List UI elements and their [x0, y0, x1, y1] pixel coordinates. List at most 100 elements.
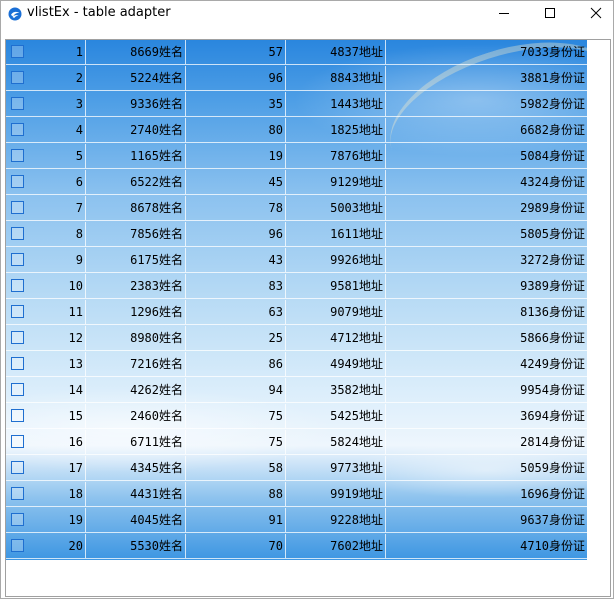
cell-name: 8980姓名 — [86, 326, 186, 351]
title-bar[interactable]: vlistEx - table adapter — [1, 1, 613, 25]
cell-name: 5530姓名 — [86, 534, 186, 559]
cell-age: 70 — [186, 534, 286, 559]
cell-name: 4262姓名 — [86, 378, 186, 403]
row-checkbox[interactable] — [11, 383, 24, 396]
cell-age: 58 — [186, 456, 286, 481]
table-row[interactable]: 18 4431姓名 88 9919地址 1696身份证 — [6, 482, 587, 508]
window-title: vlistEx - table adapter — [27, 5, 171, 20]
row-checkbox[interactable] — [11, 45, 24, 58]
cell-id-number: 5084身份证 — [386, 144, 587, 169]
minimize-button[interactable] — [481, 1, 527, 25]
cell-name: 2740姓名 — [86, 118, 186, 143]
cell-select: 19 — [6, 508, 86, 533]
cell-id-number: 3881身份证 — [386, 66, 587, 91]
cell-select: 9 — [6, 248, 86, 273]
table-row[interactable]: 17 4345姓名 58 9773地址 5059身份证 — [6, 456, 587, 482]
cell-select: 2 — [6, 66, 86, 91]
cell-address: 5003地址 — [286, 196, 386, 221]
cell-select: 7 — [6, 196, 86, 221]
table-row[interactable]: 9 6175姓名 43 9926地址 3272身份证 — [6, 248, 587, 274]
table-row[interactable]: 16 6711姓名 75 5824地址 2814身份证 — [6, 430, 587, 456]
table-row[interactable]: 4 2740姓名 80 1825地址 6682身份证 — [6, 118, 587, 144]
maximize-button[interactable] — [527, 1, 573, 25]
cell-age: 96 — [186, 66, 286, 91]
cell-id-number: 2989身份证 — [386, 196, 587, 221]
close-icon — [590, 7, 602, 19]
row-checkbox[interactable] — [11, 175, 24, 188]
cell-address: 9926地址 — [286, 248, 386, 273]
cell-address: 4837地址 — [286, 40, 386, 65]
table-row[interactable]: 13 7216姓名 86 4949地址 4249身份证 — [6, 352, 587, 378]
close-button[interactable] — [573, 1, 613, 25]
row-checkbox[interactable] — [11, 71, 24, 84]
cell-name: 8678姓名 — [86, 196, 186, 221]
table-row[interactable]: 14 4262姓名 94 3582地址 9954身份证 — [6, 378, 587, 404]
row-checkbox[interactable] — [11, 227, 24, 240]
table-row[interactable]: 2 5224姓名 96 8843地址 3881身份证 — [6, 66, 587, 92]
cell-select: 13 — [6, 352, 86, 377]
table-row[interactable]: 12 8980姓名 25 4712地址 5866身份证 — [6, 326, 587, 352]
cell-address: 1443地址 — [286, 92, 386, 117]
cell-id-number: 4249身份证 — [386, 352, 587, 377]
table-row[interactable]: 1 8669姓名 57 4837地址 7033身份证 — [6, 40, 587, 66]
table-row[interactable]: 11 1296姓名 63 9079地址 8136身份证 — [6, 300, 587, 326]
cell-select: 16 — [6, 430, 86, 455]
row-checkbox[interactable] — [11, 357, 24, 370]
row-checkbox[interactable] — [11, 487, 24, 500]
row-number: 17 — [68, 461, 83, 475]
maximize-icon — [545, 8, 555, 18]
cell-age: 43 — [186, 248, 286, 273]
cell-address: 1611地址 — [286, 222, 386, 247]
row-number: 12 — [68, 331, 83, 345]
row-checkbox[interactable] — [11, 97, 24, 110]
empty-list-area — [6, 560, 610, 596]
row-number: 9 — [75, 253, 83, 267]
cell-name: 2383姓名 — [86, 274, 186, 299]
cell-address: 9079地址 — [286, 300, 386, 325]
cell-id-number: 9637身份证 — [386, 508, 587, 533]
cell-select: 8 — [6, 222, 86, 247]
cell-address: 7876地址 — [286, 144, 386, 169]
row-number: 4 — [75, 123, 83, 137]
row-number: 7 — [75, 201, 83, 215]
table-row[interactable]: 3 9336姓名 35 1443地址 5982身份证 — [6, 92, 587, 118]
cell-address: 3582地址 — [286, 378, 386, 403]
row-checkbox[interactable] — [11, 513, 24, 526]
row-checkbox[interactable] — [11, 461, 24, 474]
app-window: vlistEx - table adapter 1 8669姓名 57 4837地址 7… — [0, 0, 614, 599]
table-row[interactable]: 15 2460姓名 75 5425地址 3694身份证 — [6, 404, 587, 430]
row-number: 11 — [68, 305, 83, 319]
row-checkbox[interactable] — [11, 253, 24, 266]
row-checkbox[interactable] — [11, 149, 24, 162]
minimize-icon — [499, 13, 509, 14]
table-row[interactable]: 20 5530姓名 70 7602地址 4710身份证 — [6, 534, 587, 560]
cell-id-number: 3272身份证 — [386, 248, 587, 273]
row-checkbox[interactable] — [11, 435, 24, 448]
table-row[interactable]: 19 4045姓名 91 9228地址 9637身份证 — [6, 508, 587, 534]
table-row[interactable]: 6 6522姓名 45 9129地址 4324身份证 — [6, 170, 587, 196]
row-checkbox[interactable] — [11, 539, 24, 552]
cell-id-number: 7033身份证 — [386, 40, 587, 65]
cell-id-number: 3694身份证 — [386, 404, 587, 429]
table-row[interactable]: 5 1165姓名 19 7876地址 5084身份证 — [6, 144, 587, 170]
row-checkbox[interactable] — [11, 305, 24, 318]
cell-select: 1 — [6, 40, 86, 65]
cell-age: 78 — [186, 196, 286, 221]
app-logo-icon — [8, 7, 22, 21]
cell-id-number: 5982身份证 — [386, 92, 587, 117]
row-number: 14 — [68, 383, 83, 397]
row-number: 10 — [68, 279, 83, 293]
cell-id-number: 5059身份证 — [386, 456, 587, 481]
row-checkbox[interactable] — [11, 123, 24, 136]
row-checkbox[interactable] — [11, 331, 24, 344]
cell-name: 7216姓名 — [86, 352, 186, 377]
table-grid[interactable]: 1 8669姓名 57 4837地址 7033身份证 2 5224姓名 96 8843地址 388… — [6, 40, 587, 560]
row-checkbox[interactable] — [11, 409, 24, 422]
row-checkbox[interactable] — [11, 279, 24, 292]
cell-id-number: 2814身份证 — [386, 430, 587, 455]
cell-age: 63 — [186, 300, 286, 325]
table-row[interactable]: 8 7856姓名 96 1611地址 5805身份证 — [6, 222, 587, 248]
table-row[interactable]: 10 2383姓名 83 9581地址 9389身份证 — [6, 274, 587, 300]
table-row[interactable]: 7 8678姓名 78 5003地址 2989身份证 — [6, 196, 587, 222]
row-checkbox[interactable] — [11, 201, 24, 214]
